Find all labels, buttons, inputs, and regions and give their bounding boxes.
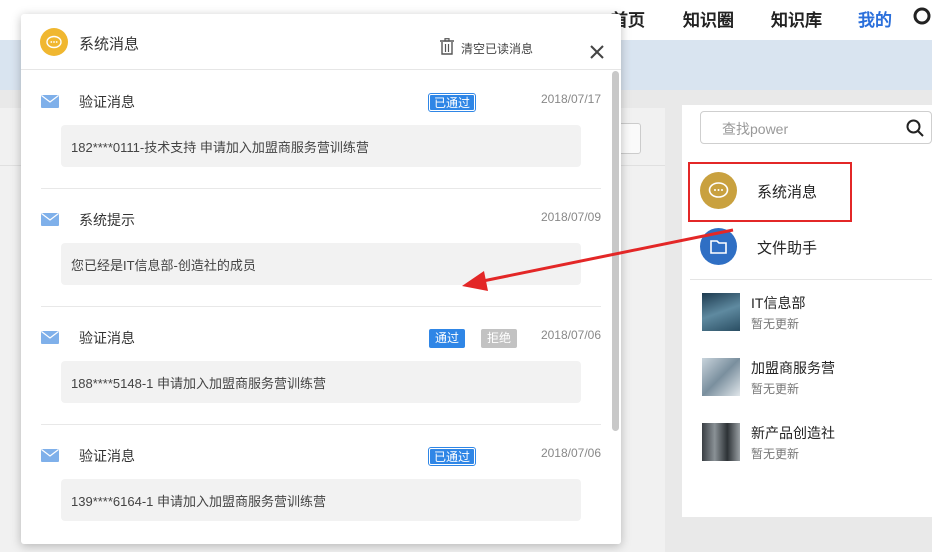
mail-icon (41, 331, 59, 344)
folder-icon (700, 228, 737, 265)
message-item: 验证消息 通过 拒绝 2018/07/06 188****5148-1 申请加入… (41, 307, 601, 425)
message-type: 验证消息 (79, 448, 135, 464)
sidebar-item-label: 文件助手 (757, 240, 818, 257)
mail-icon (41, 213, 59, 226)
message-type: 验证消息 (79, 94, 135, 110)
group-name: 加盟商服务营 (751, 360, 835, 376)
group-name: IT信息部 (751, 295, 806, 311)
message-item: 验证消息 已通过 2018/07/17 182****0111-技术支持 申请加… (41, 71, 601, 189)
message-body: 182****0111-技术支持 申请加入加盟商服务营训练营 (61, 125, 581, 167)
scrollbar-thumb[interactable] (612, 71, 619, 431)
message-date: 2018/07/09 (540, 210, 601, 224)
message-type: 系统提示 (79, 212, 135, 228)
dialog-title: 系统消息 (79, 36, 140, 53)
mail-icon (41, 449, 59, 462)
system-messages-dialog: 系统消息 清空已读消息 验证消息 已通过 2018/07/17 182****0… (21, 14, 621, 544)
scrollbar[interactable] (611, 71, 621, 544)
sidebar-item-file-assistant[interactable]: 文件助手 (700, 228, 932, 266)
nav-knowledge-base[interactable]: 知识库 (771, 6, 822, 31)
message-type: 验证消息 (79, 330, 135, 346)
group-status: 暂无更新 (751, 382, 800, 396)
status-badge: 已通过 (427, 93, 477, 112)
search-input[interactable]: 查找power (700, 111, 932, 144)
message-text: 您已经是IT信息部-创造社的成员 (71, 258, 256, 273)
reject-button[interactable]: 拒绝 (481, 329, 518, 348)
group-thumbnail (702, 358, 740, 396)
close-icon[interactable] (589, 44, 605, 60)
trash-icon (440, 38, 454, 55)
clear-read-label: 清空已读消息 (461, 42, 534, 56)
message-date: 2018/07/06 (540, 328, 601, 342)
message-date: 2018/07/17 (540, 92, 601, 106)
message-body: 您已经是IT信息部-创造社的成员 (61, 243, 581, 285)
message-list: 验证消息 已通过 2018/07/17 182****0111-技术支持 申请加… (21, 71, 611, 544)
group-status: 暂无更新 (751, 447, 800, 461)
message-body: 139****6164-1 申请加入加盟商服务营训练营 (61, 479, 581, 521)
message-date: 2018/07/06 (540, 446, 601, 460)
annotation-highlight-box (688, 162, 852, 222)
group-item-new-product[interactable]: 新产品创造社 暂无更新 (702, 423, 932, 463)
chat-bubble-icon (40, 28, 68, 56)
dialog-header: 系统消息 清空已读消息 (21, 14, 621, 70)
group-item-it[interactable]: IT信息部 暂无更新 (702, 293, 932, 333)
mail-icon (41, 95, 59, 108)
group-thumbnail (702, 423, 740, 461)
message-item: 验证消息 已通过 2018/07/06 139****6164-1 申请加入加盟… (41, 425, 601, 543)
message-body: 188****5148-1 申请加入加盟商服务营训练营 (61, 361, 581, 403)
group-item-franchise[interactable]: 加盟商服务营 暂无更新 (702, 358, 932, 398)
search-placeholder: 查找power (722, 121, 789, 137)
nav-mine[interactable]: 我的 (858, 6, 892, 31)
nav-knowledge-circle[interactable]: 知识圈 (683, 6, 734, 31)
message-text: 182****0111-技术支持 申请加入加盟商服务营训练营 (71, 140, 369, 155)
search-icon[interactable] (905, 118, 925, 138)
approve-button[interactable]: 通过 (429, 329, 466, 348)
side-divider (690, 279, 932, 280)
message-item: 系统提示 2018/07/09 您已经是IT信息部-创造社的成员 (41, 189, 601, 307)
status-badge: 已通过 (427, 447, 477, 466)
message-text: 188****5148-1 申请加入加盟商服务营训练营 (71, 376, 327, 391)
message-text: 139****6164-1 申请加入加盟商服务营训练营 (71, 494, 327, 509)
group-name: 新产品创造社 (751, 425, 835, 441)
group-thumbnail (702, 293, 740, 331)
nav-extra-icon[interactable] (912, 6, 932, 31)
group-status: 暂无更新 (751, 317, 800, 331)
